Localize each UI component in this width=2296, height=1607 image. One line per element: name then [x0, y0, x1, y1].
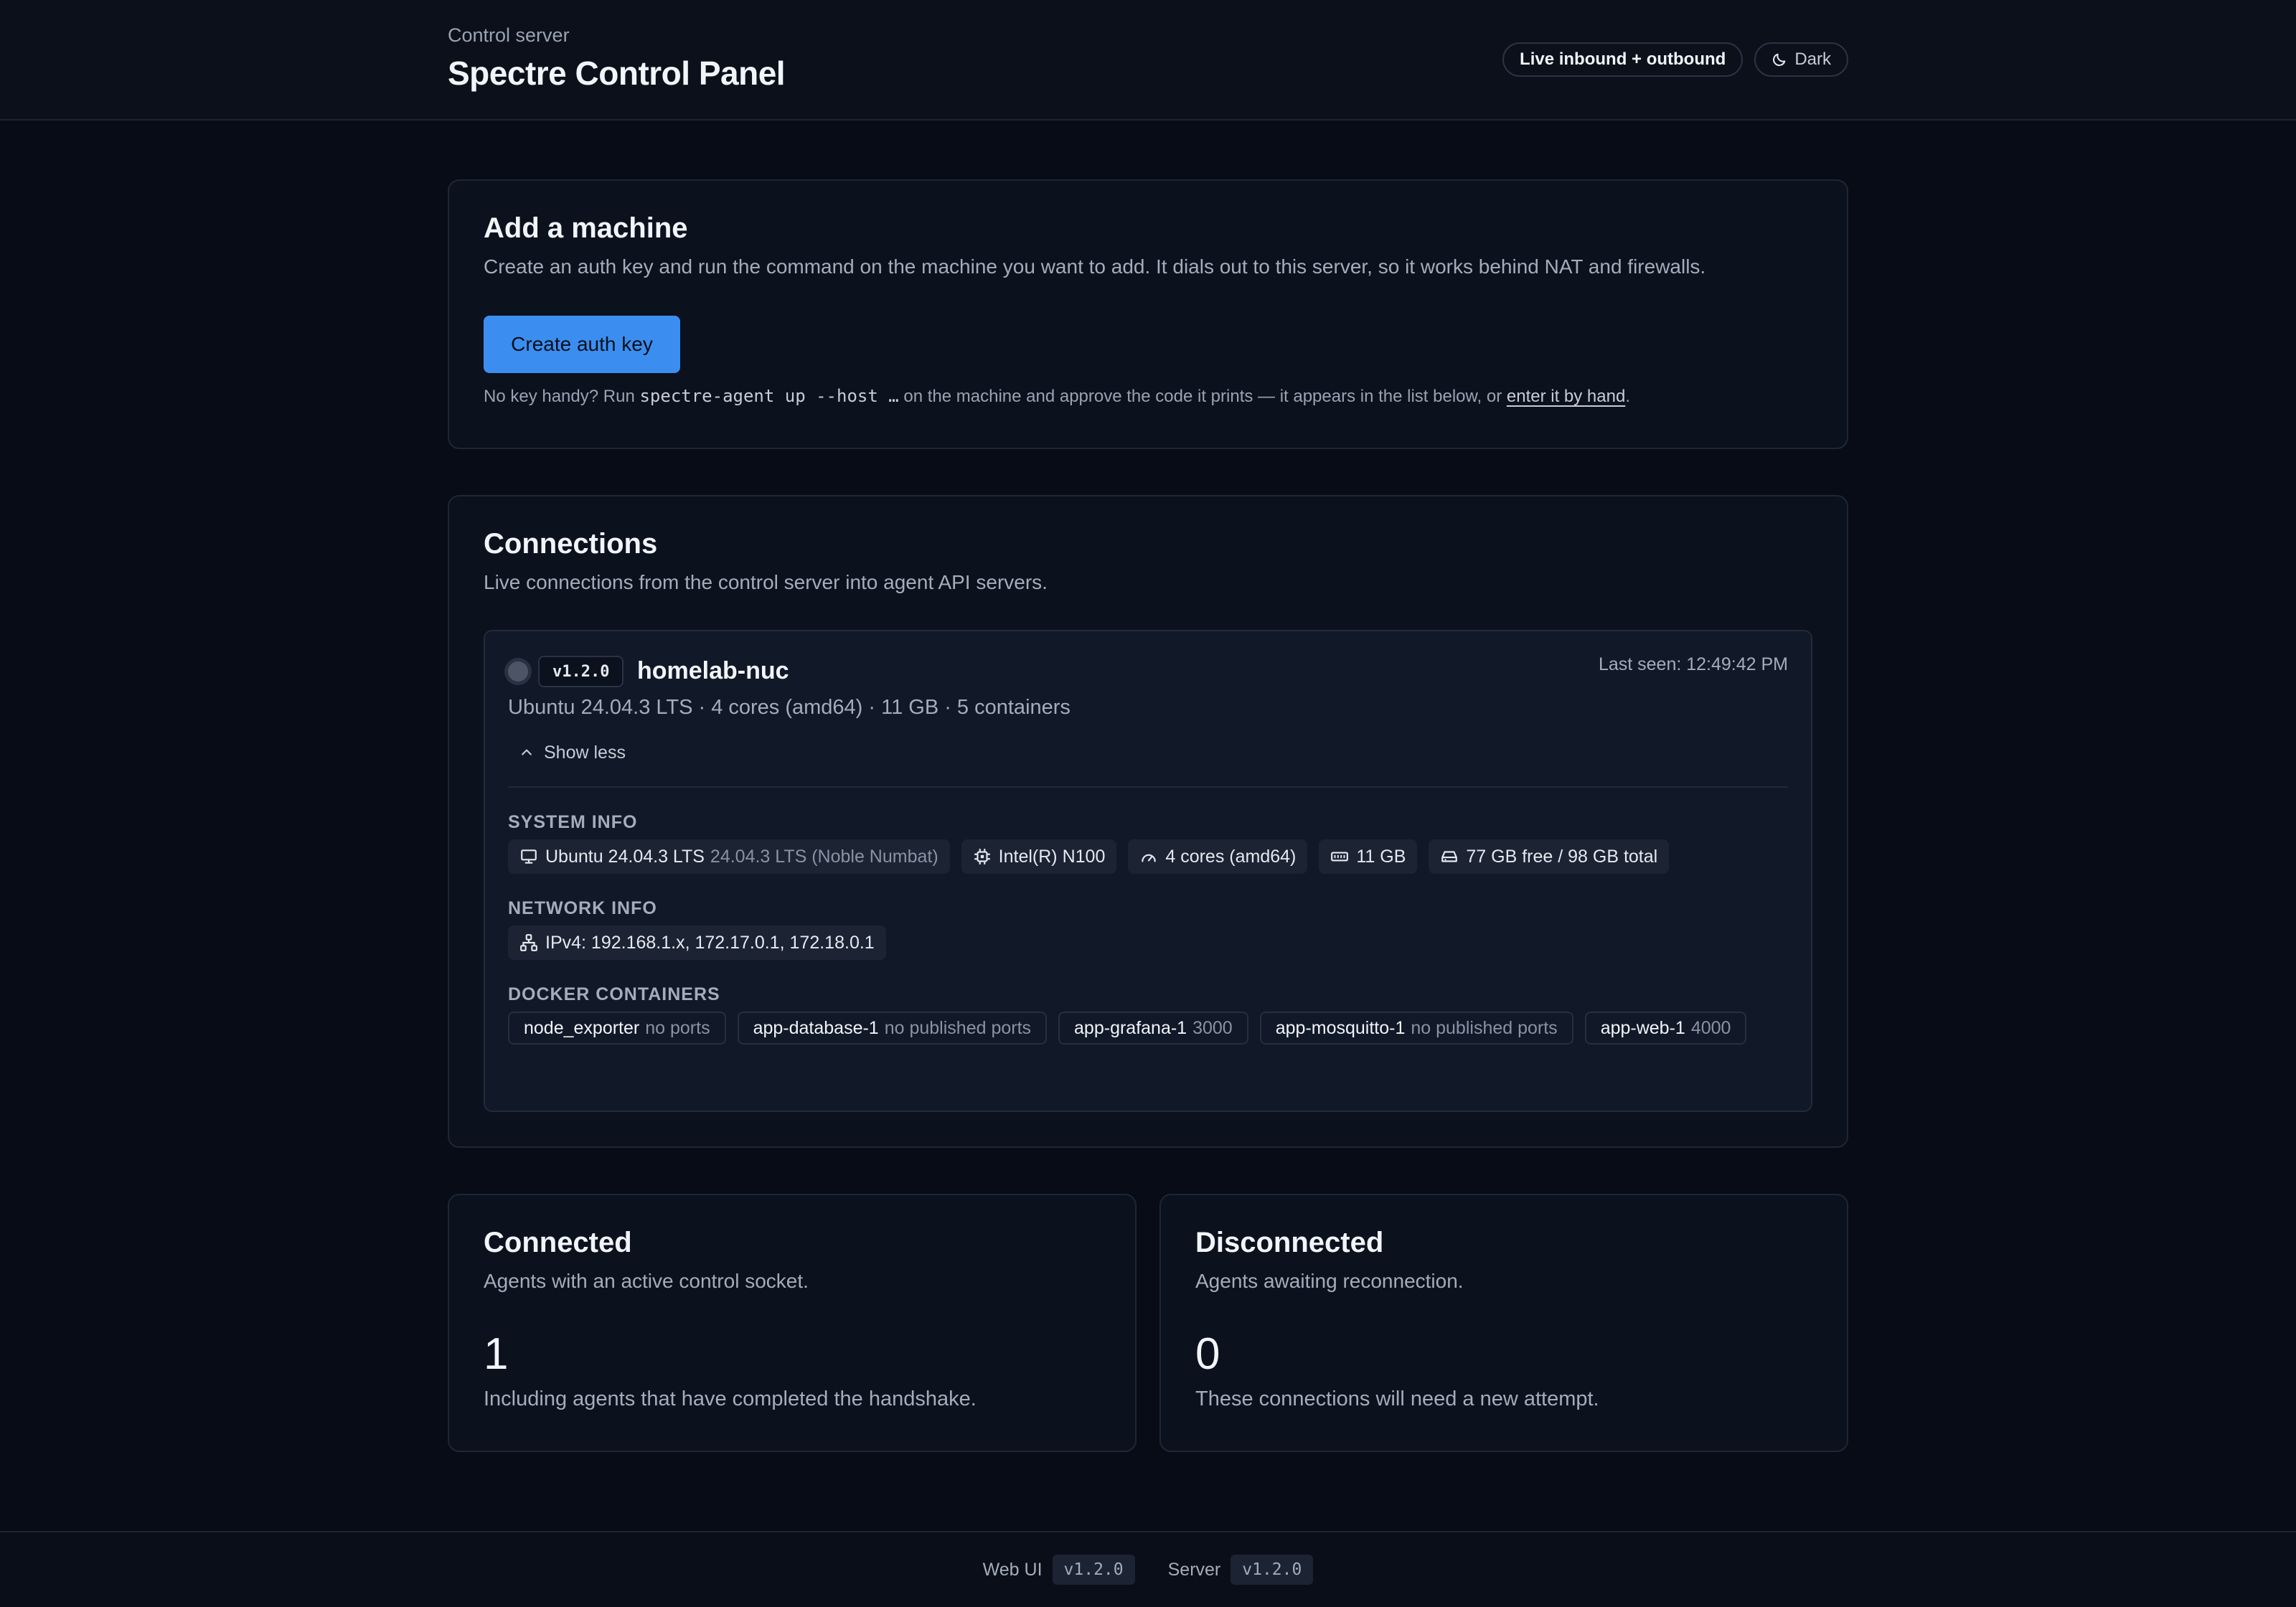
connected-count: 1 — [484, 1329, 509, 1379]
system-info-chips: Ubuntu 24.04.3 LTS 24.04.3 LTS (Noble Nu… — [508, 839, 1785, 874]
drive-icon — [1441, 851, 1458, 862]
footer: Web UI v1.2.0 Server v1.2.0 — [0, 1531, 2296, 1607]
os-chip: Ubuntu 24.04.3 LTS 24.04.3 LTS (Noble Nu… — [508, 839, 950, 874]
cores-chip-text: 4 cores (amd64) — [1165, 846, 1297, 867]
container-name: app-database-1 — [753, 1017, 879, 1038]
header-actions: Live inbound + outbound Dark — [1502, 42, 1848, 77]
container-chip: app-web-1 4000 — [1584, 1012, 1747, 1045]
web-ui-label: Web UI — [982, 1559, 1043, 1580]
connected-card: Connected Agents with an active control … — [448, 1194, 1137, 1452]
system-info-label: SYSTEM INFO — [508, 812, 638, 832]
disconnected-card: Disconnected Agents awaiting reconnectio… — [1159, 1194, 1848, 1452]
add-machine-subtitle: Create an auth key and run the command o… — [484, 255, 1706, 278]
machine-name: homelab-nuc — [637, 657, 789, 684]
connections-card: Connections Live connections from the co… — [448, 495, 1848, 1148]
container-chip: app-mosquitto-1 no published ports — [1259, 1012, 1573, 1045]
web-ui-version-badge: v1.2.0 — [1052, 1555, 1135, 1585]
theme-toggle-label: Dark — [1794, 50, 1831, 69]
add-machine-hint: No key handy? Run spectre-agent up --hos… — [484, 386, 1630, 407]
ipv4-chip-text: IPv4: 192.168.1.x, 172.17.0.1, 172.18.0.… — [545, 932, 875, 953]
machine-row[interactable]: v1.2.0 homelab-nuc Last seen: 12:49:42 P… — [484, 630, 1812, 1112]
add-machine-title: Add a machine — [484, 212, 688, 244]
container-ports: no published ports — [884, 1017, 1032, 1038]
last-seen-text: Last seen: 12:49:42 PM — [1598, 654, 1788, 674]
live-mode-badge: Live inbound + outbound — [1502, 42, 1744, 77]
status-dot — [508, 661, 528, 682]
moon-icon — [1773, 53, 1786, 66]
server-version-badge: v1.2.0 — [1231, 1555, 1314, 1585]
container-name: node_exporter — [524, 1017, 640, 1038]
show-less-toggle[interactable]: Show less — [519, 739, 626, 766]
agent-version-badge: v1.2.0 — [538, 656, 624, 687]
details-divider — [508, 786, 1788, 788]
theme-toggle-button[interactable]: Dark — [1754, 42, 1848, 77]
os-chip-detail: 24.04.3 LTS (Noble Numbat) — [710, 846, 938, 867]
gauge-icon — [1142, 854, 1157, 862]
network-info-chips: IPv4: 192.168.1.x, 172.17.0.1, 172.18.0.… — [508, 925, 1785, 960]
container-ports: no published ports — [1411, 1017, 1558, 1038]
container-chip: app-grafana-1 3000 — [1058, 1012, 1248, 1045]
container-ports: no ports — [645, 1017, 710, 1038]
cpu-icon — [974, 849, 990, 864]
cores-chip: 4 cores (amd64) — [1128, 839, 1308, 874]
machine-summary: Ubuntu 24.04.3 LTS · 4 cores (amd64) · 1… — [508, 696, 1071, 719]
create-auth-key-button[interactable]: Create auth key — [484, 316, 680, 373]
cpu-chip: Intel(R) N100 — [961, 839, 1117, 874]
disconnected-note: These connections will need a new attemp… — [1195, 1387, 1599, 1410]
disconnected-title: Disconnected — [1195, 1227, 1384, 1258]
show-less-label: Show less — [544, 742, 626, 763]
container-name: app-web-1 — [1600, 1017, 1685, 1038]
connected-note: Including agents that have completed the… — [484, 1387, 977, 1410]
page-title: Spectre Control Panel — [448, 55, 786, 92]
memory-chip: 11 GB — [1319, 839, 1418, 874]
container-chip: node_exporter no ports — [508, 1012, 726, 1045]
monitor-icon — [521, 849, 537, 864]
container-name: app-mosquitto-1 — [1275, 1017, 1406, 1038]
hint-middle: on the machine and approve the code it p… — [903, 387, 1502, 406]
network-icon — [520, 934, 537, 951]
connections-title: Connections — [484, 528, 658, 560]
disk-chip-text: 77 GB free / 98 GB total — [1466, 846, 1658, 867]
hint-suffix: . — [1625, 387, 1630, 406]
header-titles: Control server Spectre Control Panel — [448, 24, 786, 93]
docker-container-chips: node_exporter no ports app-database-1 no… — [508, 1012, 1785, 1045]
server-label: Server — [1167, 1559, 1221, 1580]
disconnected-count: 0 — [1195, 1329, 1220, 1379]
container-chip: app-database-1 no published ports — [737, 1012, 1048, 1045]
memory-chip-text: 11 GB — [1356, 846, 1406, 867]
header-eyebrow: Control server — [448, 24, 570, 46]
disconnected-subtitle: Agents awaiting reconnection. — [1195, 1270, 1464, 1292]
connections-subtitle: Live connections from the control server… — [484, 571, 1048, 593]
os-chip-text: Ubuntu 24.04.3 LTS — [545, 846, 705, 867]
container-name: app-grafana-1 — [1074, 1017, 1187, 1038]
live-mode-label: Live inbound + outbound — [1520, 50, 1726, 69]
enter-by-hand-link[interactable]: enter it by hand — [1507, 387, 1625, 406]
top-header: Control server Spectre Control Panel Liv… — [0, 0, 2296, 121]
connected-title: Connected — [484, 1227, 632, 1258]
add-machine-card: Add a machine Create an auth key and run… — [448, 179, 1848, 449]
ipv4-chip: IPv4: 192.168.1.x, 172.17.0.1, 172.18.0.… — [508, 925, 886, 960]
memory-icon — [1331, 852, 1349, 862]
docker-containers-label: DOCKER CONTAINERS — [508, 984, 720, 1004]
container-ports: 4000 — [1690, 1017, 1731, 1038]
network-info-label: NETWORK INFO — [508, 898, 657, 918]
chevron-up-icon — [522, 749, 532, 755]
connected-subtitle: Agents with an active control socket. — [484, 1270, 809, 1292]
hint-prefix: No key handy? Run — [484, 387, 635, 406]
container-ports: 3000 — [1192, 1017, 1233, 1038]
cpu-chip-text: Intel(R) N100 — [998, 846, 1106, 867]
hint-command: spectre-agent up --host … — [639, 386, 899, 406]
disk-chip: 77 GB free / 98 GB total — [1429, 839, 1670, 874]
